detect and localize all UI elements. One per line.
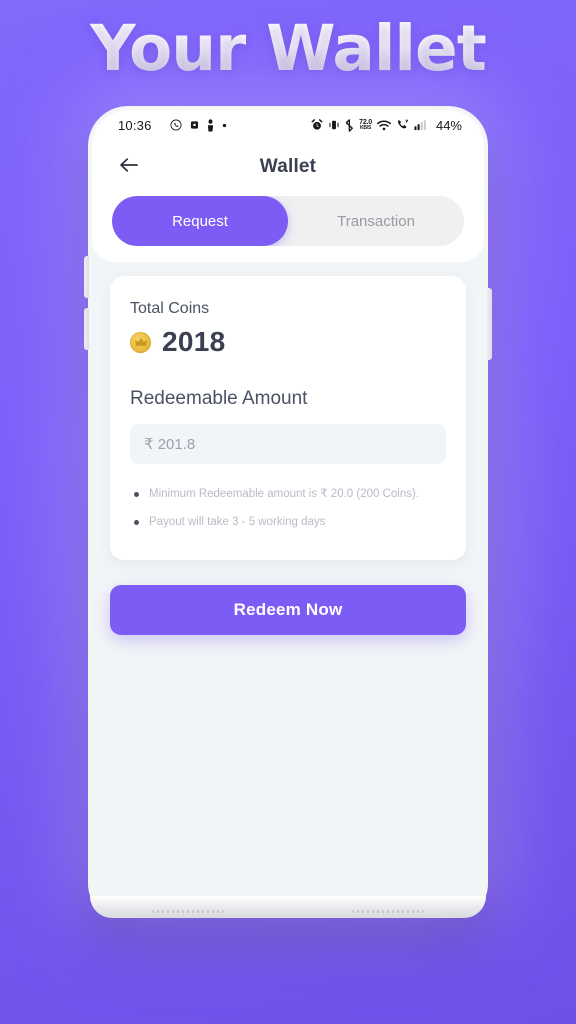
status-bar: 10:36 72.0 KB/S 44% [92,110,484,140]
total-coins-row: 2018 [130,326,446,358]
status-left-icon-group [170,118,227,132]
total-coins-label: Total Coins [130,300,210,317]
bluetooth-icon [345,118,354,132]
app-body: Total Coins 2018 Redeemable Amount Minim… [92,262,484,635]
gold-coin-icon [130,331,151,353]
speaker-grille-left [152,910,224,913]
arrow-left-icon [118,156,140,179]
redeemable-amount-label: Redeemable Amount [130,388,308,409]
wallet-note-item: Payout will take 3 - 5 working days [130,514,446,532]
header-row: Wallet [92,146,484,188]
phone-screen: 10:36 72.0 KB/S 44% Wallet Request Trans… [92,110,484,896]
volume-down-button[interactable] [84,308,89,350]
dot-icon [222,123,227,128]
tab-request[interactable]: Request [112,196,288,246]
phone-bottom-chin [90,896,486,918]
tab-transaction[interactable]: Transaction [288,196,464,246]
total-coins-value: 2018 [162,326,226,357]
wifi-icon [376,119,391,131]
battery-percentage: 44% [435,117,462,133]
wallet-card: Total Coins 2018 Redeemable Amount Minim… [110,276,466,560]
whatsapp-icon [170,119,182,131]
status-time: 10:36 [118,117,152,133]
page-title: Wallet [259,156,317,177]
tab-bar: Request Transaction [112,196,464,246]
power-button[interactable] [487,288,492,360]
app-header: Wallet Request Transaction [92,140,484,262]
volte-call-icon [396,119,409,131]
app-icon-2 [207,118,214,132]
redeem-now-button[interactable]: Redeem Now [110,584,466,635]
network-speed-indicator: 72.0 KB/S [359,119,372,131]
signal-bars-icon [414,119,428,131]
redeemable-amount-input[interactable] [130,424,446,464]
back-button[interactable] [112,150,146,184]
app-icon [190,120,199,130]
speaker-grille-right [352,910,424,913]
wallet-note-item: Minimum Redeemable amount is ₹ 20.0 (200… [130,486,446,504]
network-speed-unit: KB/S [359,125,372,131]
hero-title: Your Wallet [0,15,576,82]
status-right-icon-group: 72.0 KB/S 44% [311,118,462,133]
volume-up-button[interactable] [84,256,89,298]
wallet-notes-list: Minimum Redeemable amount is ₹ 20.0 (200… [130,486,446,532]
phone-device-mockup: 10:36 72.0 KB/S 44% Wallet Request Trans… [84,106,492,918]
vibrate-icon [328,119,340,131]
alarm-icon [311,119,323,131]
